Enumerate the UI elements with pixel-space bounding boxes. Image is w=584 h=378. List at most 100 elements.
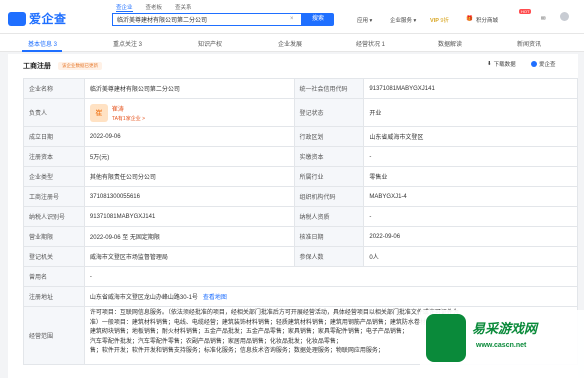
table-row: 登记机关 威海市文登区市场监督管理局 参保人数 0人 bbox=[24, 247, 579, 267]
representative-avatar: 崔 bbox=[89, 103, 108, 122]
field-value: 91371081MABYGXJ141 bbox=[364, 79, 579, 98]
field-label: 营业期限 bbox=[24, 227, 85, 246]
message-icon[interactable]: ✉ bbox=[541, 16, 546, 22]
field-value: 371081300055616 bbox=[85, 187, 295, 206]
field-label: 纳税人资质 bbox=[294, 207, 365, 226]
tab-development[interactable]: 企业发展 bbox=[278, 39, 302, 48]
field-value: - bbox=[364, 207, 579, 226]
field-value: MABYGXJ1-4 bbox=[364, 187, 579, 206]
field-value: 2022-09-06 至 无固定期限 bbox=[85, 227, 295, 246]
download-icon: ⬇ bbox=[487, 61, 492, 67]
field-value: 2022-09-06 bbox=[364, 227, 579, 246]
field-value: 零售业 bbox=[364, 167, 579, 186]
search-button[interactable]: 搜索 bbox=[302, 13, 334, 26]
field-label: 核准日期 bbox=[294, 227, 365, 246]
search-type-tabs: 查企业 查老板 查关系 bbox=[116, 3, 192, 12]
site-watermark: 易采游戏网 www.cascn.net bbox=[420, 310, 584, 378]
watermark-url: www.cascn.net bbox=[476, 342, 527, 349]
field-label: 行政区划 bbox=[294, 127, 365, 146]
nav-vip[interactable]: VIP 9折 bbox=[430, 16, 449, 24]
section-tabs: 基本信息 3 重点关注 3 知识产权 企业发展 经营状况 1 数据解读 新闻资讯 bbox=[0, 34, 584, 52]
representative[interactable]: 崔 崔涛 TA有1家企业 > bbox=[89, 103, 145, 122]
tab-data-analysis[interactable]: 数据解读 bbox=[438, 39, 462, 48]
table-row: 注册地址 山东省威海市文登区龙山办峰山路30-1号 查看地图 bbox=[24, 287, 578, 307]
vip-label: VIP bbox=[430, 18, 439, 24]
tab-basic-info[interactable]: 基本信息 3 bbox=[28, 39, 57, 48]
clear-icon[interactable]: × bbox=[290, 16, 294, 22]
download-button[interactable]: ⬇ 下载数据 bbox=[487, 60, 516, 68]
address-cell: 山东省威海市文登区龙山办峰山路30-1号 查看地图 bbox=[85, 287, 578, 306]
field-value: 威海市文登区市场监督管理局 bbox=[85, 247, 295, 266]
field-value: 91371081MABYGXJ141 bbox=[85, 207, 295, 226]
nav-enterprise-service[interactable]: 企业服务 ▾ bbox=[390, 16, 416, 24]
scope-line: 售；软件开发；软件开发和销售支持服务；标准化服务；信息技术咨询服务；数据处理服务… bbox=[89, 348, 384, 354]
field-label: 所属行业 bbox=[294, 167, 365, 186]
field-value: 山东省威海市文登区 bbox=[364, 127, 579, 146]
representative-companies-link[interactable]: TA有1家企业 > bbox=[112, 115, 145, 122]
tab-operation[interactable]: 经营状况 1 bbox=[356, 39, 385, 48]
field-value: 5万(元) bbox=[85, 147, 295, 166]
table-row: 企业名称 临沂美尊建材有限公司第二分公司 统一社会信用代码 91371081MA… bbox=[24, 79, 579, 99]
table-row: 企业类型 其他有限责任公司分公司 所属行业 零售业 bbox=[24, 167, 579, 187]
representative-cell: 崔 崔涛 TA有1家企业 > bbox=[85, 99, 295, 126]
hot-badge: HOT bbox=[519, 9, 532, 14]
brand-mini-icon bbox=[531, 61, 537, 67]
field-value: - bbox=[85, 267, 578, 286]
field-label: 负责人 bbox=[24, 99, 85, 126]
logo-text: 爱企查 bbox=[29, 12, 67, 26]
field-value: 0人 bbox=[364, 247, 579, 266]
search-input-value: 临沂美尊建材有限公司第二分公司 bbox=[117, 18, 208, 24]
field-label: 经营范围 bbox=[24, 307, 85, 364]
watermark-title: 易采游戏网 bbox=[472, 322, 538, 337]
field-label: 企业名称 bbox=[24, 79, 85, 98]
field-label: 统一社会信用代码 bbox=[294, 79, 365, 98]
scope-line: 建筑砌块销售；地板销售；耐火材料销售；五金产品批发；五金产品零售；家具销售；家具… bbox=[89, 329, 408, 335]
download-label: 下载数据 bbox=[493, 62, 516, 68]
view-map-link[interactable]: 查看地图 bbox=[203, 292, 227, 301]
field-label: 注册资本 bbox=[24, 147, 85, 166]
field-value: - bbox=[364, 147, 579, 166]
field-value: 开业 bbox=[364, 99, 579, 126]
field-label: 注册地址 bbox=[24, 287, 85, 306]
field-label: 纳税人识别号 bbox=[24, 207, 85, 226]
vip-suffix: 9折 bbox=[440, 18, 449, 24]
table-row: 工商注册号 371081300055616 组织机构代码 MABYGXJ1-4 bbox=[24, 187, 579, 207]
search-input[interactable]: 临沂美尊建材有限公司第二分公司 bbox=[112, 13, 302, 26]
table-row: 负责人 崔 崔涛 TA有1家企业 > 登记状态 开业 bbox=[24, 99, 579, 127]
scope-line: 准）一般项目：建筑材料销售；电线、电缆经营；建筑装饰材料销售；轻质建筑材料销售；… bbox=[89, 319, 456, 326]
representative-name[interactable]: 崔涛 bbox=[112, 104, 145, 113]
field-label: 登记状态 bbox=[294, 99, 365, 126]
nav-points-mall[interactable]: 积分商城 bbox=[476, 16, 498, 24]
panel-brand: 爱企查 bbox=[531, 60, 556, 68]
field-label: 企业类型 bbox=[24, 167, 85, 186]
scope-line: 汽车零配件批发；汽车零配件零售；农副产品销售；家居用品销售；化妆品批发；化妆品零… bbox=[89, 338, 342, 345]
field-label: 参保人数 bbox=[294, 247, 365, 266]
field-label: 组织机构代码 bbox=[294, 187, 365, 206]
field-value: 其他有限责任公司分公司 bbox=[85, 167, 295, 186]
table-row: 成立日期 2022-09-06 行政区划 山东省威海市文登区 bbox=[24, 127, 579, 147]
field-label: 登记机关 bbox=[24, 247, 85, 266]
brand-logo[interactable]: 爱企查 bbox=[8, 10, 67, 27]
tab-key-focus[interactable]: 重点关注 3 bbox=[113, 39, 142, 48]
field-value: 临沂美尊建材有限公司第二分公司 bbox=[85, 79, 295, 98]
tab-ip[interactable]: 知识产权 bbox=[198, 39, 222, 48]
search-tab-boss[interactable]: 查老板 bbox=[146, 3, 163, 12]
table-row: 纳税人识别号 91371081MABYGXJ141 纳税人资质 - bbox=[24, 207, 579, 227]
field-label: 成立日期 bbox=[24, 127, 85, 146]
field-label: 实缴资本 bbox=[294, 147, 365, 166]
table-row: 注册资本 5万(元) 实缴资本 - bbox=[24, 147, 579, 167]
table-row: 曾用名 - bbox=[24, 267, 578, 287]
panel-title: 工商注册 bbox=[23, 63, 51, 70]
panel-brand-label: 爱企查 bbox=[539, 62, 556, 68]
field-label: 曾用名 bbox=[24, 267, 85, 286]
user-avatar[interactable] bbox=[560, 12, 569, 21]
active-tab-indicator bbox=[22, 50, 62, 52]
field-label: 工商注册号 bbox=[24, 187, 85, 206]
search-tab-relation[interactable]: 查关系 bbox=[175, 3, 192, 12]
tab-news[interactable]: 新闻资讯 bbox=[517, 39, 541, 48]
nav-app-menu[interactable]: 应用 ▾ bbox=[357, 16, 372, 24]
search-tab-company[interactable]: 查企业 bbox=[116, 3, 133, 12]
update-badge: 该企业数据已更新 bbox=[58, 62, 102, 70]
address-value: 山东省威海市文登区龙山办峰山路30-1号 bbox=[89, 295, 198, 301]
watermark-logo-icon bbox=[426, 314, 466, 362]
